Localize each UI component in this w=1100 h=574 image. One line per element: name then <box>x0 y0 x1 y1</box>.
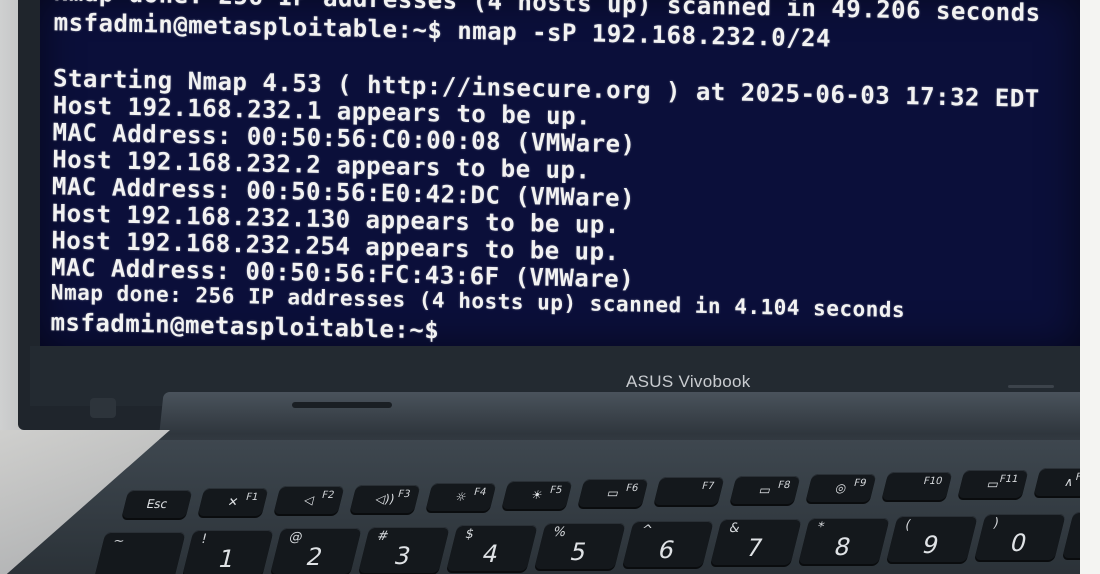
terminal-prompt[interactable]: msfadmin@metasploitable:~$ <box>50 308 439 344</box>
function-key-f1[interactable]: ✕ F1 <box>197 488 269 517</box>
key-label: F1 <box>244 492 260 504</box>
key-shift-label: % <box>551 525 568 540</box>
number-key-4[interactable]: $4 <box>446 524 538 571</box>
brand-logo: ASUS Vivobook <box>626 372 751 391</box>
function-key-f4[interactable]: ☼ F4 <box>425 482 497 511</box>
function-key-f3[interactable]: ◁)) F3 <box>349 484 421 513</box>
key-shift-label: ( <box>903 517 913 533</box>
key-icon: ◎ <box>834 480 848 495</box>
key-label: F10 <box>922 476 944 487</box>
function-key-f7[interactable]: F7 <box>653 477 725 506</box>
key-label: F4 <box>472 486 488 498</box>
number-key-1[interactable]: ! 1 <box>182 530 274 574</box>
key-shift-label: # <box>375 528 391 544</box>
key-shift-label: $ <box>463 526 476 542</box>
key-label: F9 <box>852 477 868 489</box>
key-shift-label: ^ <box>639 523 655 539</box>
function-key-f11[interactable]: ▭ F11 <box>957 470 1029 499</box>
esc-key[interactable]: Esc <box>121 490 193 518</box>
function-key-f8[interactable]: ▭ F8 <box>729 475 801 504</box>
laptop-photo: Nmap done: 256 IP addresses (4 hosts up)… <box>0 0 1100 574</box>
key-shift-label: ) <box>991 516 1001 531</box>
key-label: 3 <box>391 541 414 570</box>
key-icon: ◁)) <box>373 491 397 506</box>
key-icon: ☼ <box>453 489 469 504</box>
key-label: 6 <box>655 535 678 564</box>
hinge-slot <box>292 402 392 408</box>
key-shift-label: * <box>815 519 826 535</box>
number-key-7[interactable]: & 7 <box>710 519 802 566</box>
function-key-f2[interactable]: ◁ F2 <box>273 486 345 515</box>
image-margin <box>1080 0 1100 574</box>
key-label: F3 <box>396 488 412 500</box>
number-key-0[interactable]: ) 0 <box>974 514 1066 560</box>
key-shift-label: & <box>727 521 742 537</box>
key-label: 5 <box>567 537 590 566</box>
key-shift-label: @ <box>287 530 305 546</box>
function-key-f9[interactable]: ◎ F9 <box>805 473 877 502</box>
laptop-screen: Nmap done: 256 IP addresses (4 hosts up)… <box>40 0 1080 348</box>
key-icon: ✕ <box>226 495 240 510</box>
key-label: 8 <box>831 532 854 561</box>
key-label: 1 <box>215 544 238 573</box>
key-label: F2 <box>320 490 336 502</box>
key-icon: ▭ <box>757 482 773 497</box>
key-label: 9 <box>919 530 942 559</box>
number-key-5[interactable]: % 5 <box>534 523 626 569</box>
key-label: F5 <box>548 485 564 496</box>
key-icon: ▭ <box>605 486 621 501</box>
key-icon: Esc <box>145 497 169 511</box>
function-key-f10[interactable]: F10 <box>881 472 953 500</box>
key-label: F11 <box>998 474 1020 486</box>
number-key-6[interactable]: ^ 6 <box>622 521 714 568</box>
key-icon: ☀ <box>529 488 545 502</box>
number-key-symbol[interactable]: ~ <box>94 532 186 574</box>
function-key-f6[interactable]: ▭ F6 <box>577 479 649 508</box>
key-label: 2 <box>303 542 326 571</box>
hinge-block <box>90 398 116 418</box>
number-key-2[interactable]: @2 <box>270 528 362 574</box>
number-key-9[interactable]: (9 <box>886 515 978 562</box>
key-label: 0 <box>1007 528 1030 557</box>
key-shift-label: ! <box>199 532 209 548</box>
key-shift-label: ~ <box>111 534 127 549</box>
function-key-f5[interactable]: ☀ F5 <box>501 481 573 509</box>
number-key-8[interactable]: * 8 <box>798 517 890 564</box>
key-icon: ◁ <box>302 493 316 508</box>
terminal-window[interactable]: Nmap done: 256 IP addresses (4 hosts up)… <box>40 0 1080 348</box>
key-label: 4 <box>479 539 502 568</box>
bezel-vent <box>1008 385 1054 388</box>
key-label: F7 <box>700 481 716 493</box>
key-label: 7 <box>743 533 766 562</box>
number-key-3[interactable]: #3 <box>358 526 450 573</box>
key-label: F6 <box>624 483 640 495</box>
key-label: F8 <box>776 479 792 491</box>
